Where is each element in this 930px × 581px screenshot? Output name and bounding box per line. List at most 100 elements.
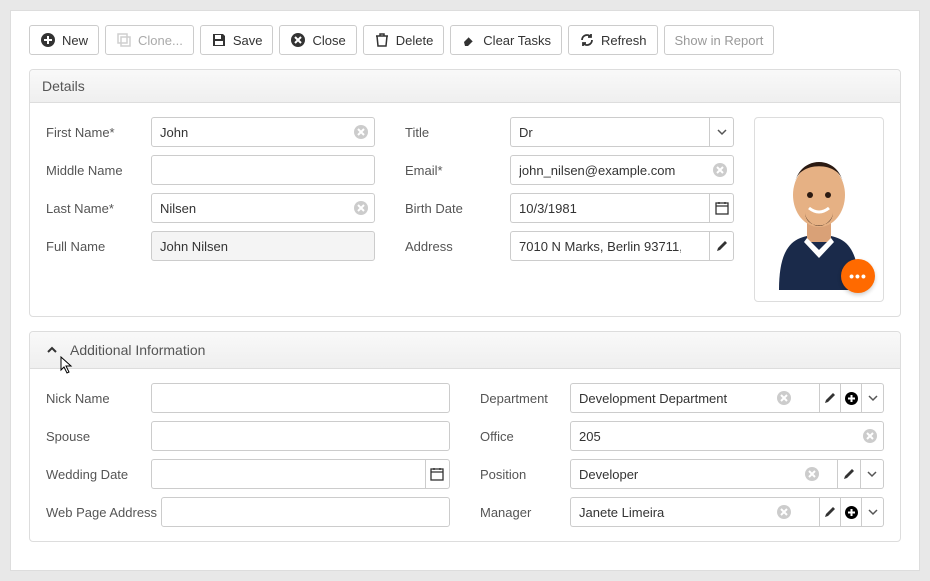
delete-button[interactable]: Delete xyxy=(363,25,445,55)
details-col-right: Title Email* xyxy=(405,117,734,302)
web-page-input[interactable] xyxy=(161,497,450,527)
address-edit-button[interactable] xyxy=(709,231,734,261)
clear-icon[interactable] xyxy=(804,466,820,482)
middle-name-label: Middle Name xyxy=(46,163,151,178)
position-dropdown-button[interactable] xyxy=(861,459,884,489)
first-name-label: First Name* xyxy=(46,125,151,140)
pencil-icon xyxy=(823,392,836,405)
wedding-date-label: Wedding Date xyxy=(46,467,151,482)
nick-name-label: Nick Name xyxy=(46,391,151,406)
new-label: New xyxy=(62,33,88,48)
details-col-left: First Name* Middle Name Last Name* xyxy=(46,117,375,302)
clear-icon[interactable] xyxy=(862,428,878,444)
office-label: Office xyxy=(480,429,570,444)
address-label: Address xyxy=(405,239,510,254)
position-input[interactable] xyxy=(570,459,837,489)
trash-icon xyxy=(374,32,390,48)
additional-col-left: Nick Name Spouse Wedding Date xyxy=(46,383,450,535)
additional-panel: Additional Information Nick Name Spouse … xyxy=(29,331,901,542)
plus-circle-icon xyxy=(40,32,56,48)
chevron-down-icon xyxy=(717,127,727,137)
clear-icon[interactable] xyxy=(776,390,792,406)
clone-icon xyxy=(116,32,132,48)
additional-title: Additional Information xyxy=(70,342,205,358)
plus-circle-icon xyxy=(844,505,859,520)
birth-date-input[interactable] xyxy=(510,193,709,223)
wedding-date-input[interactable] xyxy=(151,459,425,489)
new-button[interactable]: New xyxy=(29,25,99,55)
chevron-up-icon xyxy=(45,343,59,357)
title-input[interactable] xyxy=(510,117,709,147)
clear-icon[interactable] xyxy=(353,200,369,216)
nick-name-input[interactable] xyxy=(151,383,450,413)
plus-circle-icon xyxy=(844,391,859,406)
position-label: Position xyxy=(480,467,570,482)
additional-col-right: Department xyxy=(480,383,884,535)
details-columns: First Name* Middle Name Last Name* xyxy=(46,117,734,302)
additional-header[interactable]: Additional Information xyxy=(30,332,900,369)
email-input[interactable] xyxy=(510,155,734,185)
save-label: Save xyxy=(233,33,263,48)
last-name-label: Last Name* xyxy=(46,201,151,216)
dots-icon: ••• xyxy=(849,268,867,284)
save-icon xyxy=(211,32,227,48)
show-in-report-button[interactable]: Show in Report xyxy=(664,25,775,55)
calendar-icon xyxy=(715,201,729,215)
page-container: New Clone... Save Close Delete Clear Tas… xyxy=(10,10,920,571)
title-label: Title xyxy=(405,125,510,140)
manager-dropdown-button[interactable] xyxy=(862,497,884,527)
birth-date-picker-button[interactable] xyxy=(709,193,734,223)
middle-name-input[interactable] xyxy=(151,155,375,185)
calendar-icon xyxy=(430,467,444,481)
collapse-toggle[interactable] xyxy=(42,340,62,360)
additional-columns: Nick Name Spouse Wedding Date xyxy=(46,383,884,535)
chevron-down-icon xyxy=(868,393,878,403)
spouse-label: Spouse xyxy=(46,429,151,444)
manager-label: Manager xyxy=(480,505,570,520)
department-dropdown-button[interactable] xyxy=(862,383,884,413)
birth-date-label: Birth Date xyxy=(405,201,510,216)
full-name-label: Full Name xyxy=(46,239,151,254)
photo-options-button[interactable]: ••• xyxy=(841,259,875,293)
department-add-button[interactable] xyxy=(841,383,863,413)
last-name-input[interactable] xyxy=(151,193,375,223)
web-page-label: Web Page Address xyxy=(46,505,161,520)
pencil-icon xyxy=(715,240,728,253)
close-button[interactable]: Close xyxy=(279,25,356,55)
clone-label: Clone... xyxy=(138,33,183,48)
eraser-icon xyxy=(461,32,477,48)
clear-icon[interactable] xyxy=(353,124,369,140)
additional-body: Nick Name Spouse Wedding Date xyxy=(30,369,900,541)
show-in-report-label: Show in Report xyxy=(675,33,764,48)
pencil-icon xyxy=(823,506,836,519)
refresh-label: Refresh xyxy=(601,33,647,48)
manager-add-button[interactable] xyxy=(841,497,863,527)
department-label: Department xyxy=(480,391,570,406)
full-name-input[interactable] xyxy=(151,231,375,261)
first-name-input[interactable] xyxy=(151,117,375,147)
details-header: Details xyxy=(30,70,900,103)
refresh-icon xyxy=(579,32,595,48)
clear-tasks-label: Clear Tasks xyxy=(483,33,551,48)
details-body: First Name* Middle Name Last Name* xyxy=(30,103,900,316)
office-input[interactable] xyxy=(570,421,884,451)
wedding-date-picker-button[interactable] xyxy=(425,459,450,489)
department-edit-button[interactable] xyxy=(819,383,841,413)
clear-icon[interactable] xyxy=(776,504,792,520)
title-dropdown-button[interactable] xyxy=(709,117,734,147)
chevron-down-icon xyxy=(867,469,877,479)
pencil-icon xyxy=(842,468,855,481)
refresh-button[interactable]: Refresh xyxy=(568,25,658,55)
photo-box: ••• xyxy=(754,117,884,302)
save-button[interactable]: Save xyxy=(200,25,274,55)
position-edit-button[interactable] xyxy=(837,459,861,489)
delete-label: Delete xyxy=(396,33,434,48)
chevron-down-icon xyxy=(868,507,878,517)
clear-icon[interactable] xyxy=(712,162,728,178)
spouse-input[interactable] xyxy=(151,421,450,451)
close-icon xyxy=(290,32,306,48)
manager-edit-button[interactable] xyxy=(819,497,841,527)
close-label: Close xyxy=(312,33,345,48)
clear-tasks-button[interactable]: Clear Tasks xyxy=(450,25,562,55)
address-input[interactable] xyxy=(510,231,709,261)
